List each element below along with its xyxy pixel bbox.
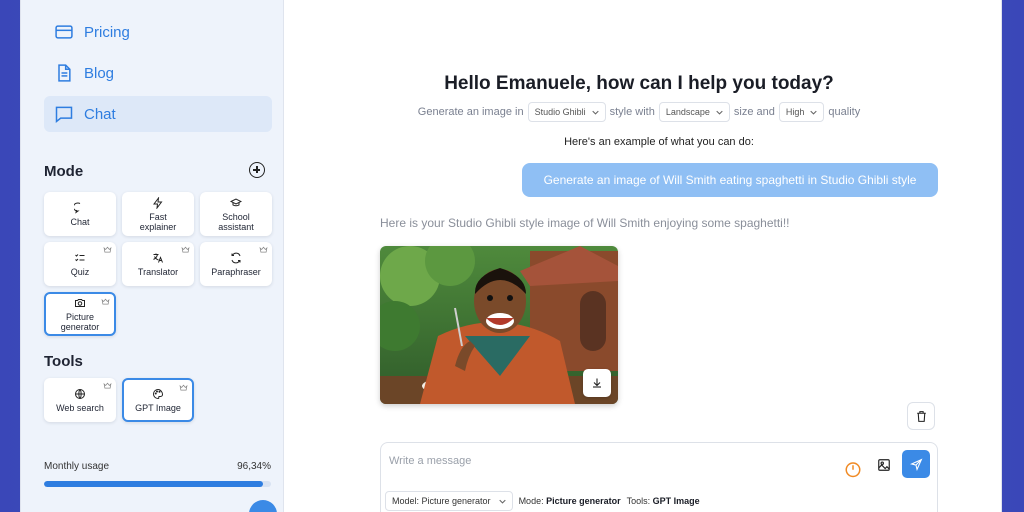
tools-prefix: Tools: [626, 496, 651, 506]
tool-card-gpt-image[interactable]: GPT Image [122, 378, 194, 422]
model-select[interactable]: Model: Picture generator [385, 491, 513, 511]
crown-icon [101, 298, 110, 305]
size-suffix: size and [733, 106, 775, 118]
profile-button[interactable] [249, 500, 277, 512]
trash-icon [916, 410, 926, 422]
tool-card-web-search[interactable]: Web search [44, 378, 116, 422]
mode-card-translator[interactable]: Translator [122, 242, 194, 286]
download-image-button[interactable] [583, 369, 611, 397]
crown-icon [259, 246, 268, 253]
mode-label: School assistant [218, 211, 254, 232]
mode-value: Picture generator [546, 496, 621, 506]
crown-icon [103, 246, 112, 253]
mode-prefix: Mode: [518, 496, 544, 506]
assistant-reply-text: Here is your Studio Ghibli style image o… [380, 216, 790, 230]
usage-label: Monthly usage [44, 461, 110, 472]
mode-card-paraphraser[interactable]: Paraphraser [200, 242, 272, 286]
user-message-bubble: Generate an image of Will Smith eating s… [522, 163, 938, 197]
nav-label: Chat [84, 105, 116, 123]
tool-label: Web search [56, 402, 104, 413]
size-select[interactable]: Landscape [658, 102, 730, 122]
usage-bar [44, 481, 271, 487]
mode-card-fast-explainer[interactable]: Fast explainer [122, 192, 194, 236]
chevron-down-icon [498, 499, 506, 504]
message-input[interactable] [389, 451, 829, 471]
style-select[interactable]: Studio Ghibli [527, 102, 606, 122]
example-intro: Here's an example of what you can do: [564, 136, 754, 148]
sidebar: Pricing Blog Chat Mode Chat Fast explain… [21, 0, 284, 512]
document-icon [58, 64, 71, 82]
app-window: Pricing Blog Chat Mode Chat Fast explain… [20, 0, 1002, 512]
nav-label: Blog [84, 64, 115, 82]
delete-chat-button[interactable] [907, 402, 935, 430]
camera-icon [75, 298, 85, 307]
model-label: Model: Picture generator [392, 496, 491, 506]
generation-options: Generate an image in Studio Ghibli style… [285, 102, 993, 122]
usage-bar-fill [44, 481, 263, 487]
mode-label: Paraphraser [211, 266, 261, 277]
style-value: Studio Ghibli [534, 107, 586, 117]
quality-suffix: quality [828, 106, 861, 118]
crown-icon [103, 382, 112, 389]
mode-label: Picture generator [60, 311, 100, 332]
chat-icon [55, 106, 73, 124]
translate-icon [153, 253, 163, 263]
greeting-title: Hello Emanuele, how can I help you today… [444, 73, 834, 94]
palette-icon [153, 388, 164, 399]
mode-card-quiz[interactable]: Quiz [44, 242, 116, 286]
style-suffix: style with [609, 106, 655, 118]
size-value: Landscape [665, 107, 710, 117]
lightning-icon [153, 196, 163, 209]
chat-main: Hello Emanuele, how can I help you today… [285, 0, 1001, 512]
usage-value: 96,34% [237, 461, 271, 472]
nav-item-blog[interactable]: Blog [44, 55, 272, 91]
user-message-text: Generate an image of Will Smith eating s… [543, 173, 917, 187]
quality-select[interactable]: High [778, 102, 825, 122]
tools-title: Tools [44, 353, 83, 370]
tools-info: Tools: GPT Image [627, 496, 700, 506]
download-icon [593, 378, 601, 388]
mode-label: Quiz [70, 266, 90, 277]
mode-card-picture-generator[interactable]: Picture generator [44, 292, 116, 336]
mode-info: Mode: Picture generator [519, 496, 621, 506]
mode-label: Chat [70, 216, 90, 227]
message-composer: Model: Picture generator Mode: Picture g… [380, 442, 938, 512]
composer-footer: Model: Picture generator Mode: Picture g… [385, 491, 700, 511]
mode-title: Mode [44, 163, 84, 180]
image-upload-icon[interactable] [877, 458, 891, 472]
mode-card-chat[interactable]: Chat [44, 192, 116, 236]
gen-prefix: Generate an image in [417, 106, 524, 118]
tools-value: GPT Image [652, 496, 700, 506]
add-mode-button[interactable] [249, 162, 265, 178]
credit-card-icon [55, 25, 73, 39]
graduation-cap-icon [230, 197, 242, 206]
mode-card-school-assistant[interactable]: School assistant [200, 192, 272, 236]
crown-icon [181, 246, 190, 253]
mode-label: Fast explainer [139, 211, 177, 232]
tool-label: GPT Image [135, 402, 181, 413]
chevron-down-icon [810, 110, 818, 115]
refresh-icon [231, 252, 241, 263]
nav-label: Pricing [84, 23, 130, 41]
chevron-down-icon [716, 110, 723, 115]
nav-item-chat[interactable]: Chat [44, 96, 272, 132]
send-icon [909, 458, 922, 471]
checklist-icon [75, 253, 85, 261]
nav-item-pricing[interactable]: Pricing [44, 14, 272, 50]
chat-bubble-icon [74, 202, 81, 214]
mode-label: Translator [137, 266, 179, 277]
crown-icon [179, 384, 188, 391]
power-icon[interactable] [844, 460, 862, 478]
send-button[interactable] [902, 450, 930, 478]
chevron-down-icon [591, 110, 599, 115]
quality-value: High [785, 107, 805, 117]
globe-icon [75, 388, 85, 399]
